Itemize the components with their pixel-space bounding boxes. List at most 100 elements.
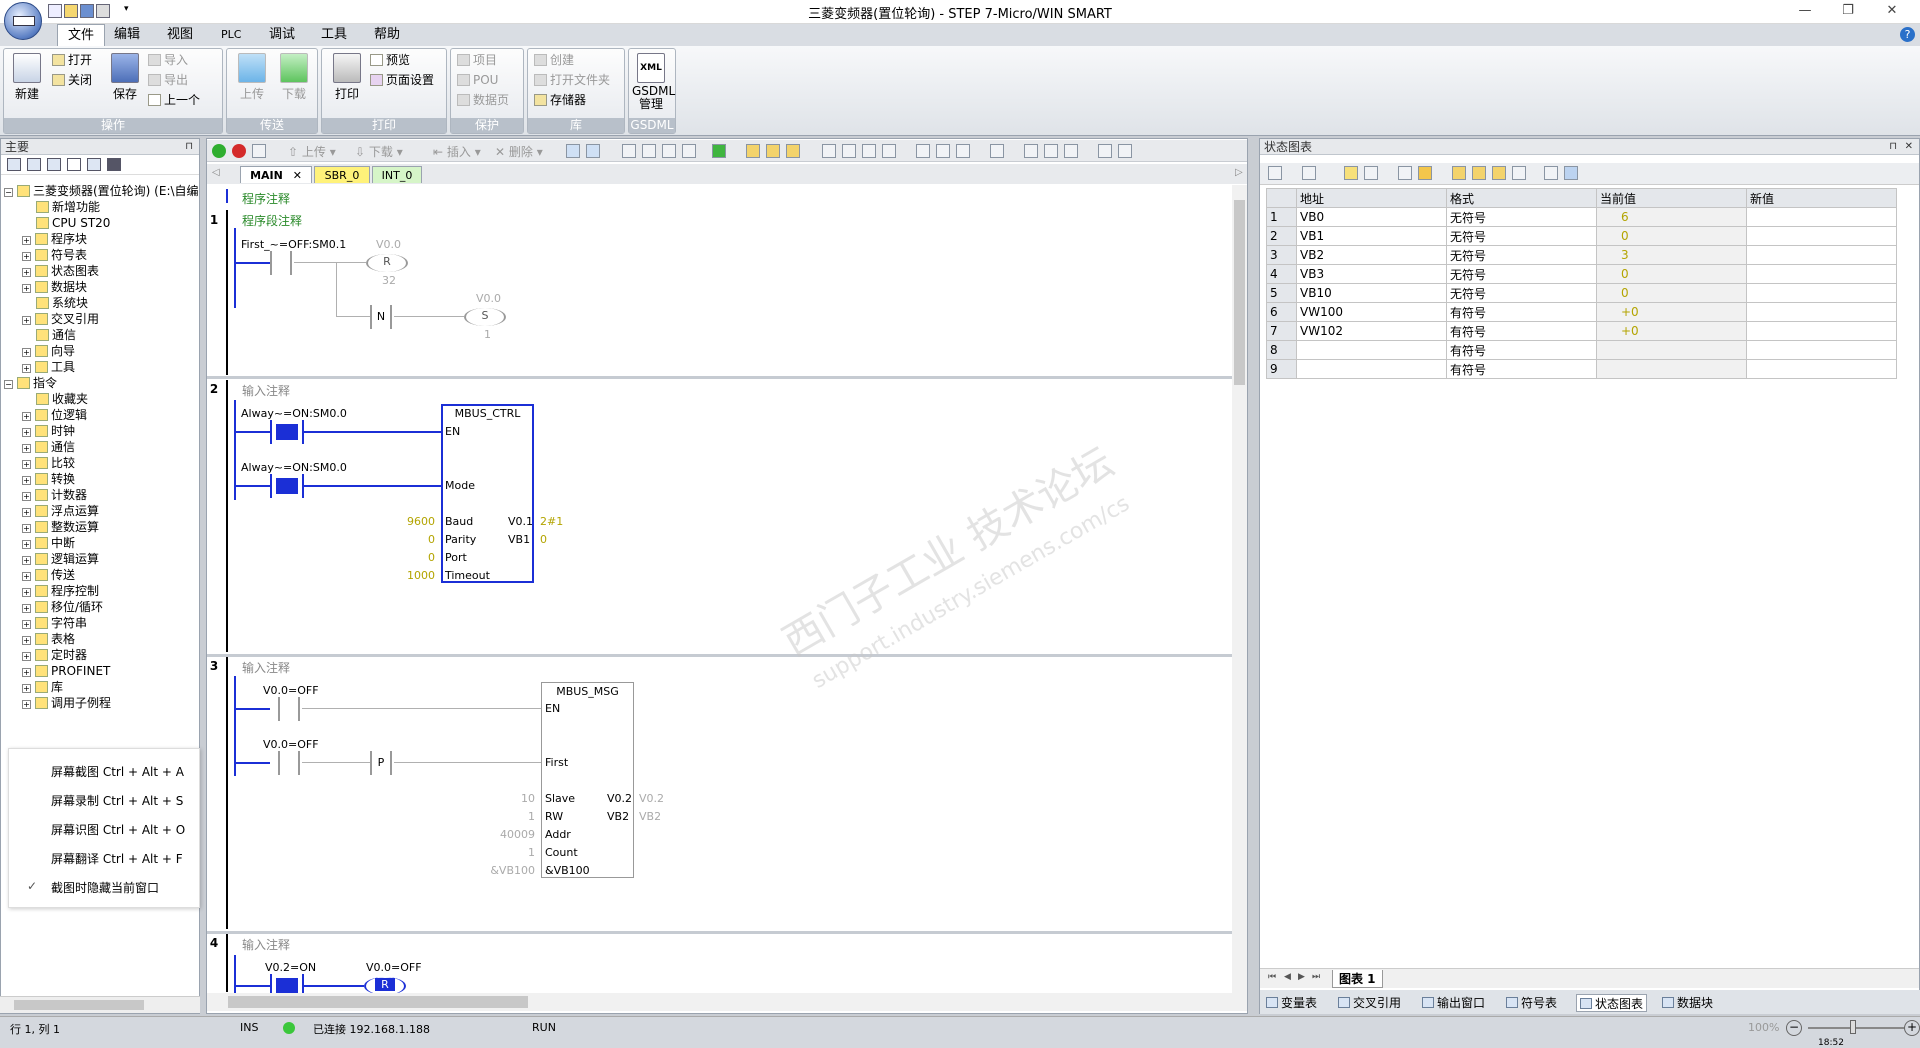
format-cell[interactable]: 有符号 [1446,359,1597,379]
v00-contact[interactable] [278,697,300,721]
current-value-cell[interactable]: +0 [1596,321,1747,341]
menu-item-hide-window[interactable]: 截图时隐藏当前窗口 [51,879,159,896]
tree-item[interactable]: CPU ST20 [4,215,199,231]
menu-edit[interactable]: 编辑 [104,24,150,46]
column-header-address[interactable]: 地址 [1296,188,1447,208]
expand-icon[interactable]: + [22,252,31,261]
new-value-cell[interactable] [1746,283,1897,303]
tree-item[interactable]: + 通信 [4,439,199,455]
network-comment[interactable]: 输入注释 [242,659,290,676]
new-value-cell[interactable] [1746,226,1897,246]
tab-output-window[interactable]: 输出窗口 [1422,994,1485,1012]
expand-icon[interactable]: + [22,684,31,693]
insert-button[interactable]: ⇤ 插入 ▾ [433,143,481,160]
tree-item[interactable]: 系统块 [4,295,199,311]
open-button[interactable]: 打开 [52,51,92,69]
expand-icon[interactable]: + [22,444,31,453]
tree-item[interactable]: + 程序块 [4,231,199,247]
expand-icon[interactable]: + [22,236,31,245]
new-value-cell[interactable] [1746,207,1897,227]
view-icon[interactable] [7,158,21,171]
new-value-cell[interactable] [1746,340,1897,360]
scroll-thumb[interactable] [1234,200,1245,385]
format-icon[interactable] [1564,166,1578,180]
tree-item[interactable]: + 逻辑运算 [4,551,199,567]
new-value-cell[interactable] [1746,302,1897,322]
tab-int0[interactable]: INT_0 [372,166,422,183]
document-icon[interactable] [67,158,81,171]
negative-edge-contact[interactable]: N [370,305,392,329]
column-header-current[interactable]: 当前值 [1596,188,1747,208]
current-value-cell[interactable]: 3 [1596,245,1747,265]
pin-icon[interactable]: ⊓ [185,139,193,155]
network-comment[interactable]: 输入注释 [242,382,290,399]
close-button[interactable]: ✕ [1882,3,1902,19]
new-value-cell[interactable] [1746,245,1897,265]
table-row[interactable]: 8 有符号 [1266,340,1897,360]
insert-row-icon[interactable] [1302,166,1316,180]
menu-help[interactable]: 帮助 [364,24,410,46]
editor-download-button[interactable]: ⇩ 下载 ▾ [355,143,403,160]
address-cell[interactable]: VW102 [1296,321,1447,341]
set-coil[interactable]: S [464,308,506,326]
export-button[interactable]: 导出 [148,71,188,89]
protect-datapage-button[interactable]: 数据页 [457,91,509,109]
unforce-icon[interactable] [1472,166,1486,180]
expand-icon[interactable]: + [22,604,31,613]
zoom-slider[interactable] [1808,1027,1904,1029]
line-right-icon[interactable] [882,144,896,158]
read-forced-icon[interactable] [1512,166,1526,180]
v02-contact[interactable] [270,974,304,998]
tree-item[interactable]: + 时钟 [4,423,199,439]
pou-comment-icon[interactable] [1064,144,1078,158]
expand-icon[interactable]: + [22,668,31,677]
stop-icon[interactable] [232,144,246,158]
pause-icon[interactable] [1364,166,1378,180]
protect-pou-button[interactable]: POU [457,71,498,89]
compile-icon[interactable] [252,144,266,158]
grid-icon[interactable] [1024,144,1038,158]
tree-item[interactable]: + 位逻辑 [4,407,199,423]
new-value-cell[interactable] [1746,321,1897,341]
previous-button[interactable]: 上一个 [148,91,200,109]
table-icon[interactable] [47,158,61,171]
lock3-icon[interactable] [786,144,800,158]
tab-sbr0[interactable]: SBR_0 [314,166,370,183]
tree-item[interactable]: 收藏夹 [4,391,199,407]
expand-icon[interactable]: + [22,700,31,709]
contact-icon[interactable] [916,144,930,158]
address-cell[interactable]: VW100 [1296,302,1447,322]
tree-item[interactable]: − 指令 [4,375,199,391]
table-row[interactable]: 9 有符号 [1266,359,1897,379]
create-library-button[interactable]: 创建 [534,51,574,69]
page-setup-button[interactable]: 页面设置 [370,71,434,89]
tree-item[interactable]: + 整数运算 [4,519,199,535]
address-cell[interactable] [1296,340,1447,360]
tree-item[interactable]: + 移位/循环 [4,599,199,615]
format-cell[interactable]: 无符号 [1446,264,1597,284]
menu-debug[interactable]: 调试 [259,24,305,46]
tree-item[interactable]: + 库 [4,679,199,695]
app-menu-button[interactable] [4,2,42,40]
expand-icon[interactable]: + [22,316,31,325]
expand-icon[interactable]: − [4,380,13,389]
properties-icon[interactable] [1098,144,1112,158]
table-row[interactable]: 3 VB2 无符号 3 [1266,245,1897,265]
memory-button[interactable]: 存储器 [534,91,586,109]
table-row[interactable]: 7 VW102 有符号 +0 [1266,321,1897,341]
first-scan-contact[interactable] [270,251,292,275]
delete-button[interactable]: ✕ 删除 ▾ [495,143,543,160]
address-cell[interactable]: VB10 [1296,283,1447,303]
close-project-button[interactable]: 关闭 [52,71,92,89]
close-tab-icon[interactable]: ✕ [293,169,302,182]
current-value-cell[interactable]: +0 [1596,302,1747,322]
branch-icon[interactable] [822,144,836,158]
program-comment[interactable]: 程序注释 [242,190,290,207]
monitor-program-icon[interactable] [566,144,580,158]
tree-item[interactable]: + 向导 [4,343,199,359]
tab-scroll-right-icon[interactable]: ▷ [1235,167,1243,178]
symbol-icon[interactable] [990,144,1004,158]
menu-item-ocr[interactable]: 屏幕识图 Ctrl + Alt + O [51,821,185,838]
expand-icon[interactable]: − [4,188,13,197]
tree-item[interactable]: + 数据块 [4,279,199,295]
